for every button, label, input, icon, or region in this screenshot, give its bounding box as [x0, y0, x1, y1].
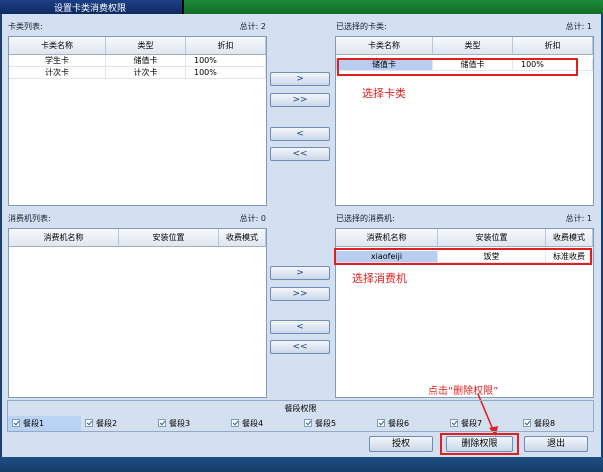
col-card-type[interactable]: 类型 [433, 37, 513, 54]
add-all-machines-button[interactable]: >> [270, 287, 330, 301]
selected-machine-title: 已选择的消费机: [336, 214, 395, 223]
cell-card-type: 计次卡 [106, 67, 186, 78]
add-card-button[interactable]: > [270, 72, 330, 86]
card-list-header: 卡类名称 类型 折扣 [9, 37, 266, 55]
remove-card-button[interactable]: < [270, 127, 330, 141]
col-card-discount[interactable]: 折扣 [186, 37, 266, 54]
selected-card-header: 卡类名称 类型 折扣 [336, 37, 593, 55]
machine-list-header: 消费机名称 安装位置 收费模式 [9, 229, 266, 247]
checkbox-icon[interactable] [450, 419, 458, 427]
card-highlight-box [337, 58, 578, 76]
meal-period-checkbox-8[interactable]: 餐段8 [519, 416, 592, 431]
checkbox-icon[interactable] [158, 419, 166, 427]
cell-card-name: 计次卡 [9, 67, 106, 78]
meal-period-checkbox-3[interactable]: 餐段3 [154, 416, 227, 431]
meal-period-label: 餐段3 [169, 419, 191, 428]
remove-machine-button[interactable]: < [270, 320, 330, 334]
col-machine-name[interactable]: 消费机名称 [336, 229, 438, 246]
checkbox-icon[interactable] [12, 419, 20, 427]
col-card-discount[interactable]: 折扣 [513, 37, 593, 54]
selected-card-count: 总计: 1 [565, 22, 592, 31]
add-all-cards-button[interactable]: >> [270, 93, 330, 107]
annotation-select-card: 选择卡类 [362, 87, 406, 100]
col-card-name[interactable]: 卡类名称 [336, 37, 433, 54]
card-list-grid[interactable]: 卡类名称 类型 折扣 学生卡 储值卡 100% 计次卡 计次卡 100% [8, 36, 267, 206]
add-machine-button[interactable]: > [270, 266, 330, 280]
meal-period-label: 餐段1 [23, 419, 45, 428]
meal-period-checklist: 餐段1 餐段2 餐段3 餐段4 餐段5 餐段6 餐段7 餐段8 [8, 416, 593, 432]
grant-button[interactable]: 授权 [369, 436, 433, 452]
machine-list-title: 消费机列表: [8, 214, 51, 223]
delete-permission-button[interactable]: 删除权限 [446, 436, 513, 452]
checkbox-icon[interactable] [231, 419, 239, 427]
meal-period-checkbox-6[interactable]: 餐段6 [373, 416, 446, 431]
table-row[interactable]: 学生卡 储值卡 100% [9, 55, 266, 67]
meal-period-checkbox-1[interactable]: 餐段1 [8, 416, 81, 431]
meal-period-label: 餐段7 [461, 419, 483, 428]
col-charge-mode[interactable]: 收费模式 [546, 229, 593, 246]
cell-card-type: 储值卡 [106, 55, 186, 66]
cell-card-discount: 100% [186, 67, 266, 78]
remove-all-cards-button[interactable]: << [270, 147, 330, 161]
col-install-location[interactable]: 安装位置 [119, 229, 219, 246]
remove-all-machines-button[interactable]: << [270, 340, 330, 354]
selected-card-title: 已选择的卡类: [336, 22, 387, 31]
meal-period-label: 餐段2 [96, 419, 118, 428]
col-machine-name[interactable]: 消费机名称 [9, 229, 119, 246]
cell-card-discount: 100% [186, 55, 266, 66]
machine-list-grid[interactable]: 消费机名称 安装位置 收费模式 [8, 228, 267, 398]
meal-period-title: 餐段权限 [284, 404, 317, 413]
meal-period-checkbox-2[interactable]: 餐段2 [81, 416, 154, 431]
title-bar: 设置卡类消费权限 [0, 0, 603, 14]
meal-period-checkbox-5[interactable]: 餐段5 [300, 416, 373, 431]
meal-period-label: 餐段6 [388, 419, 410, 428]
meal-period-label: 餐段5 [315, 419, 337, 428]
selected-machine-header: 消费机名称 安装位置 收费模式 [336, 229, 593, 247]
card-list-title: 卡类列表: [8, 22, 43, 31]
col-charge-mode[interactable]: 收费模式 [219, 229, 266, 246]
col-install-location[interactable]: 安装位置 [438, 229, 546, 246]
meal-period-checkbox-7[interactable]: 餐段7 [446, 416, 519, 431]
window-tab[interactable]: 设置卡类消费权限 [0, 0, 184, 14]
meal-period-checkbox-4[interactable]: 餐段4 [227, 416, 300, 431]
col-card-type[interactable]: 类型 [106, 37, 186, 54]
checkbox-icon[interactable] [377, 419, 385, 427]
window-title: 设置卡类消费权限 [54, 4, 127, 14]
machine-list-count: 总计: 0 [239, 214, 266, 223]
meal-period-label: 餐段4 [242, 419, 264, 428]
cell-card-name: 学生卡 [9, 55, 106, 66]
selected-machine-count: 总计: 1 [565, 214, 592, 223]
status-bar [0, 457, 603, 472]
annotation-select-machine: 选择消费机 [352, 272, 407, 285]
col-card-name[interactable]: 卡类名称 [9, 37, 106, 54]
machine-highlight-box [334, 248, 592, 265]
checkbox-icon[interactable] [523, 419, 531, 427]
meal-period-group: 餐段权限 餐段1 餐段2 餐段3 餐段4 餐段5 餐段6 餐段7 餐段8 [7, 400, 594, 432]
checkbox-icon[interactable] [85, 419, 93, 427]
card-list-count: 总计: 2 [239, 22, 266, 31]
meal-period-label: 餐段8 [534, 419, 556, 428]
table-row[interactable]: 计次卡 计次卡 100% [9, 67, 266, 79]
checkbox-icon[interactable] [304, 419, 312, 427]
exit-button[interactable]: 退出 [524, 436, 588, 452]
